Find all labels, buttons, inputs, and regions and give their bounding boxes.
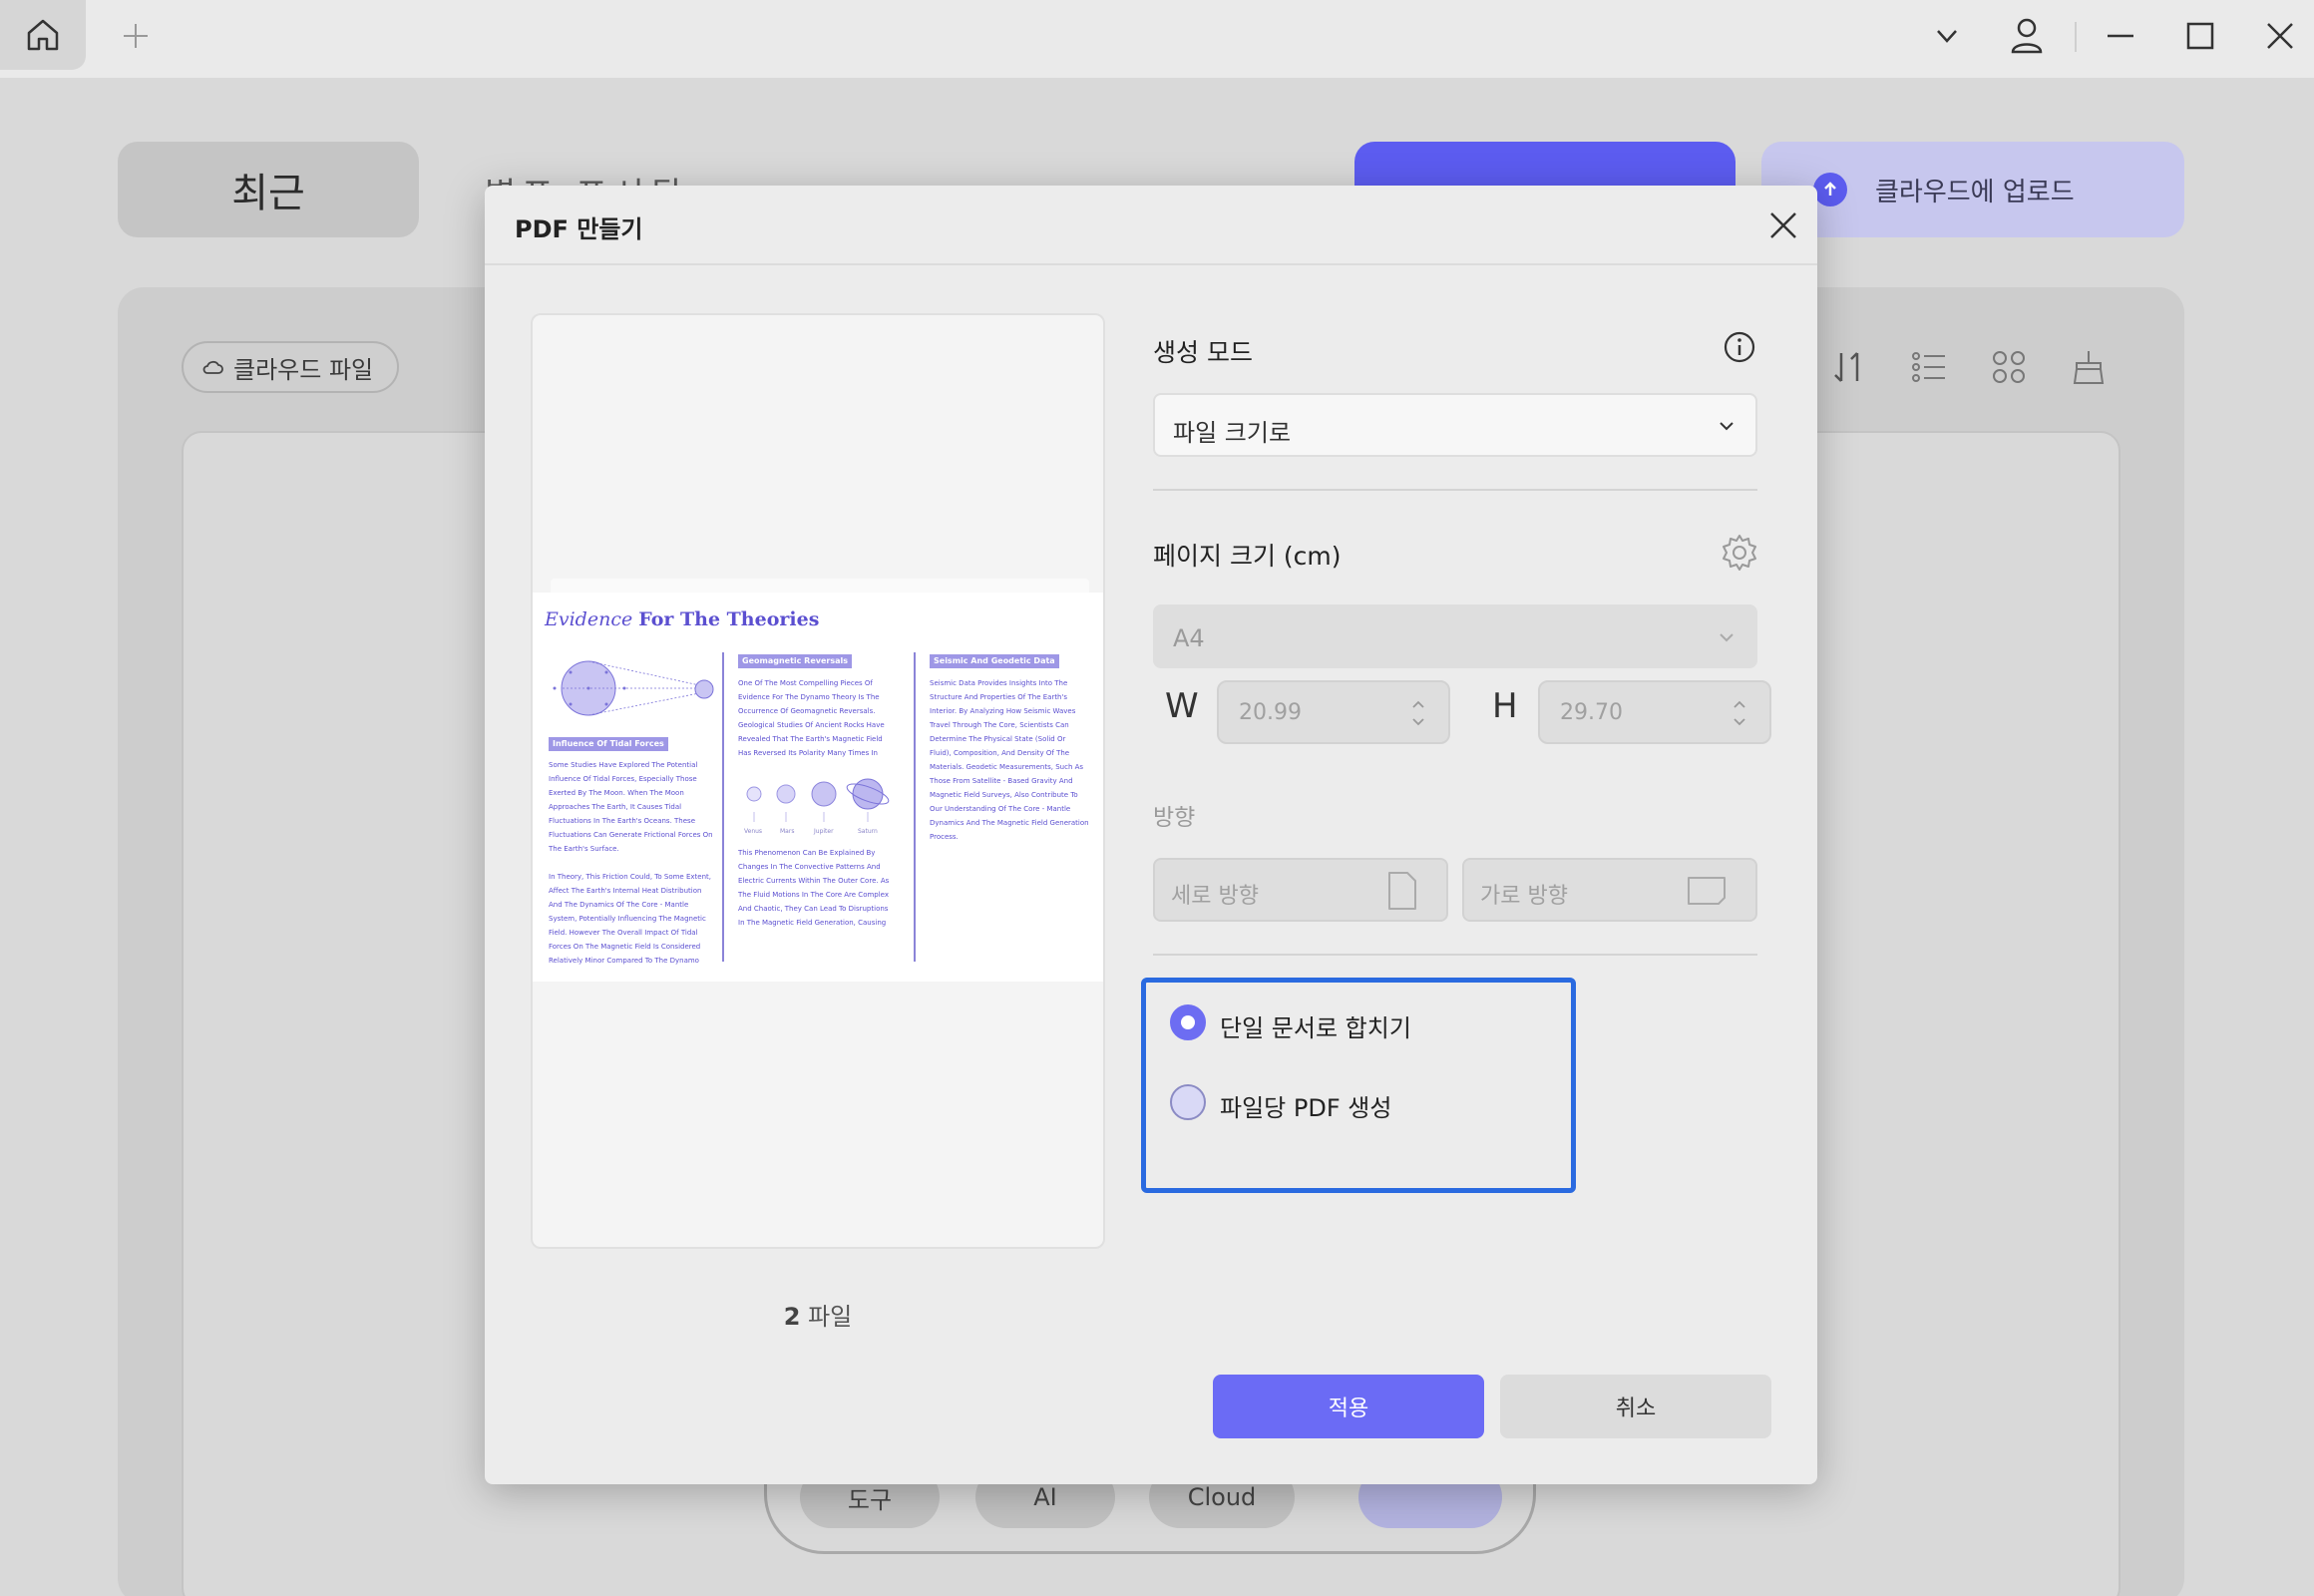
creation-mode-value: 파일 크기로 xyxy=(1173,419,1292,447)
home-tab[interactable] xyxy=(0,0,86,70)
height-input[interactable]: 29.70 xyxy=(1538,680,1771,744)
preview-column-divider xyxy=(914,652,916,962)
minimize-button[interactable] xyxy=(2099,14,2142,58)
new-tab-button[interactable] xyxy=(114,14,158,58)
minimize-icon xyxy=(2108,34,2133,38)
page-size-settings-button[interactable] xyxy=(1720,533,1759,573)
list-icon xyxy=(1912,352,1945,382)
preview-heading-seismic: Seismic And Geodetic Data xyxy=(930,654,1059,668)
preview-heading-tidal: Influence Of Tidal Forces xyxy=(549,737,668,751)
section-divider xyxy=(1153,489,1757,491)
maximize-button[interactable] xyxy=(2178,14,2222,58)
preview-page-title: Evidence For The Theories xyxy=(545,608,820,630)
creation-mode-label: 생성 모드 xyxy=(1153,338,1253,367)
width-value: 20.99 xyxy=(1239,700,1302,725)
titlebar-divider xyxy=(2075,22,2077,52)
planet-label: Venus xyxy=(744,828,763,835)
preview-text-geomagnetic: One Of The Most Compelling Pieces Of Evi… xyxy=(738,679,885,757)
cloud-icon xyxy=(202,360,223,374)
chevron-down-icon xyxy=(1937,30,1957,43)
plus-icon xyxy=(124,24,148,48)
dialog-title: PDF 만들기 xyxy=(515,215,643,243)
orientation-label: 방향 xyxy=(1153,805,1196,831)
planet-diagram xyxy=(746,778,890,822)
merge-single-label[interactable]: 단일 문서로 합치기 xyxy=(1220,1008,1411,1043)
preview-page: Evidence For The Theories Influence Of T… xyxy=(533,593,1103,982)
close-icon xyxy=(2267,23,2293,49)
info-icon xyxy=(1724,331,1755,363)
creation-mode-select[interactable]: 파일 크기로 xyxy=(1153,393,1757,457)
gear-icon xyxy=(1723,535,1756,571)
page-size-select[interactable]: A4 xyxy=(1153,604,1757,668)
preview-text-tidal: Some Studies Have Explored The Potential… xyxy=(549,761,713,853)
page-size-label: 페이지 크기 (cm) xyxy=(1153,542,1342,571)
dialog-header: PDF 만들기 xyxy=(485,186,1817,265)
info-button[interactable] xyxy=(1722,329,1757,365)
width-label: W xyxy=(1165,686,1199,726)
cloud-files-label: 클라우드 파일 xyxy=(233,355,374,384)
portrait-button[interactable]: 세로 방향 xyxy=(1153,858,1448,922)
cancel-button[interactable]: 취소 xyxy=(1500,1375,1771,1438)
document-preview: Evidence For The Theories Influence Of T… xyxy=(531,313,1105,1249)
landscape-page-icon xyxy=(1688,877,1726,905)
preview-heading-geomagnetic: Geomagnetic Reversals xyxy=(738,654,852,668)
apply-button[interactable]: 적용 xyxy=(1213,1375,1484,1438)
pdf-per-file-label[interactable]: 파일당 PDF 생성 xyxy=(1220,1088,1391,1123)
preview-column-divider xyxy=(722,652,724,962)
merge-single-radio[interactable] xyxy=(1170,1004,1206,1040)
planet-label: Saturn xyxy=(858,828,878,835)
chevron-down-icon xyxy=(1720,422,1734,431)
home-icon xyxy=(27,19,59,51)
stepper-icon[interactable] xyxy=(1410,696,1426,730)
sort-icon xyxy=(1834,352,1859,382)
preview-text-seismic: Seismic Data Provides Insights Into The … xyxy=(930,679,1089,841)
create-pdf-dialog: PDF 만들기 Evidence For The Theories Influe… xyxy=(485,186,1817,1484)
dialog-close-button[interactable] xyxy=(1765,207,1801,243)
orbit-diagram xyxy=(553,660,714,716)
close-icon xyxy=(1770,212,1796,238)
planet-label: Mars xyxy=(780,828,795,835)
clean-button[interactable] xyxy=(2065,343,2113,391)
upload-to-cloud-button[interactable]: 클라우드에 업로드 xyxy=(1761,142,2184,237)
broom-icon xyxy=(2073,351,2105,384)
portrait-label: 세로 방향 xyxy=(1171,884,1259,909)
cloud-files-chip[interactable]: 클라우드 파일 xyxy=(182,341,399,393)
section-divider xyxy=(1153,954,1757,956)
preview-text-tidal-2: In Theory, This Friction Could, To Some … xyxy=(549,873,711,965)
output-options-group: 단일 문서로 합치기 파일당 PDF 생성 xyxy=(1141,978,1576,1193)
list-view-button[interactable] xyxy=(1905,343,1953,391)
height-value: 29.70 xyxy=(1560,700,1623,725)
close-window-button[interactable] xyxy=(2258,14,2302,58)
recent-tab[interactable]: 최근 xyxy=(118,142,419,237)
preview-text-geomagnetic-2: This Phenomenon Can Be Explained By Chan… xyxy=(738,849,890,927)
sort-button[interactable] xyxy=(1825,343,1873,391)
chevron-down-icon xyxy=(1720,633,1734,642)
title-bar xyxy=(0,0,2314,78)
landscape-label: 가로 방향 xyxy=(1480,884,1568,909)
height-label: H xyxy=(1492,686,1518,726)
stepper-icon[interactable] xyxy=(1732,696,1747,730)
planet-label: Jupiter xyxy=(814,828,834,835)
portrait-page-icon xyxy=(1388,872,1416,910)
account-button[interactable] xyxy=(2005,14,2049,58)
pdf-per-file-radio[interactable] xyxy=(1170,1084,1206,1120)
page-size-value: A4 xyxy=(1173,624,1205,652)
user-icon xyxy=(2011,18,2043,54)
dropdown-button[interactable] xyxy=(1925,14,1969,58)
upload-label: 클라우드에 업로드 xyxy=(1875,177,2075,207)
maximize-icon xyxy=(2186,22,2214,50)
grid-view-button[interactable] xyxy=(1985,343,2033,391)
landscape-button[interactable]: 가로 방향 xyxy=(1462,858,1757,922)
upload-icon xyxy=(1813,173,1847,206)
file-count: 2 파일 xyxy=(783,1303,853,1331)
grid-icon xyxy=(1993,351,2025,383)
width-input[interactable]: 20.99 xyxy=(1217,680,1450,744)
